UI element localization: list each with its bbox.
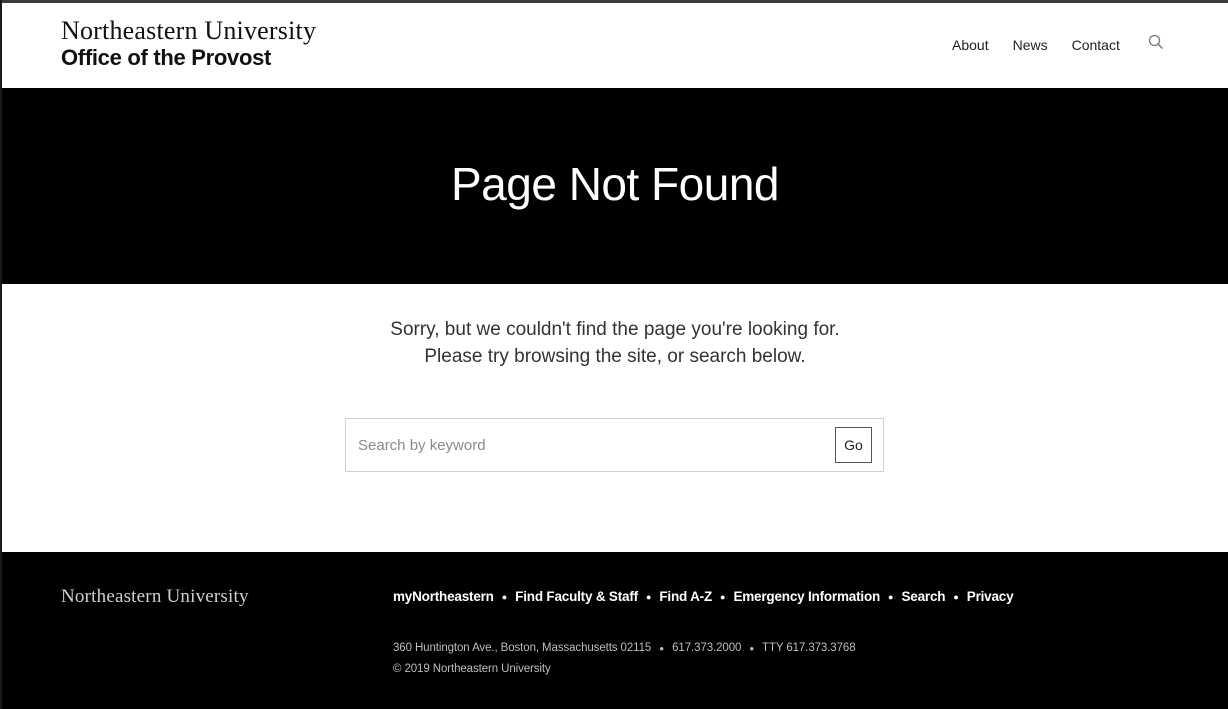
site-footer: Northeastern University myNortheastern ●… (2, 552, 1228, 709)
nav-about[interactable]: About (952, 37, 989, 53)
footer-separator: ● (953, 591, 959, 602)
footer-phone[interactable]: 617.373.2000 (672, 642, 741, 654)
nav-news[interactable]: News (1013, 37, 1048, 53)
footer-separator: ● (888, 591, 894, 602)
logo-university-name: Northeastern University (61, 16, 317, 45)
footer-link-find-faculty-staff[interactable]: Find Faculty & Staff (515, 589, 638, 604)
footer-info-separator: ● (659, 644, 665, 653)
footer-link-emergency-information[interactable]: Emergency Information (733, 589, 880, 604)
site-header: Northeastern University Office of the Pr… (2, 3, 1228, 88)
main-nav: About News Contact (952, 34, 1164, 53)
search-go-button[interactable]: Go (835, 427, 872, 463)
footer-info-separator: ● (749, 644, 755, 653)
message-line-1: Sorry, but we couldn't find the page you… (390, 319, 840, 340)
footer-links: myNortheastern ● Find Faculty & Staff ● … (393, 589, 1014, 604)
footer-separator: ● (501, 591, 508, 602)
footer-logo[interactable]: Northeastern University (61, 586, 249, 608)
hero-banner: Page Not Found (2, 88, 1228, 284)
footer-separator: ● (645, 591, 652, 602)
footer-link-find-a-z[interactable]: Find A-Z (659, 589, 712, 604)
search-input[interactable] (358, 433, 828, 457)
footer-address: 360 Huntington Ave., Boston, Massachuset… (393, 642, 652, 654)
not-found-message: Sorry, but we couldn't find the page you… (2, 316, 1228, 370)
page-title: Page Not Found (450, 158, 780, 210)
search-form: Go (345, 418, 884, 472)
footer-separator: ● (720, 591, 726, 602)
footer-tty[interactable]: TTY 617.373.3768 (762, 642, 856, 654)
footer-address-line: 360 Huntington Ave., Boston, Massachuset… (393, 638, 856, 659)
message-line-2: Please try browsing the site, or search … (424, 346, 806, 367)
logo-office-name: Office of the Provost (61, 45, 272, 70)
footer-link-privacy[interactable]: Privacy (967, 589, 1014, 604)
nav-contact[interactable]: Contact (1072, 37, 1120, 53)
footer-link-mynortheastern[interactable]: myNortheastern (393, 589, 494, 604)
site-logo[interactable]: Northeastern University Office of the Pr… (61, 17, 316, 71)
footer-copyright: © 2019 Northeastern University (393, 663, 551, 675)
footer-link-search[interactable]: Search (901, 589, 945, 604)
search-icon[interactable] (1148, 34, 1164, 50)
footer-contact-info: 360 Huntington Ave., Boston, Massachuset… (393, 638, 856, 679)
